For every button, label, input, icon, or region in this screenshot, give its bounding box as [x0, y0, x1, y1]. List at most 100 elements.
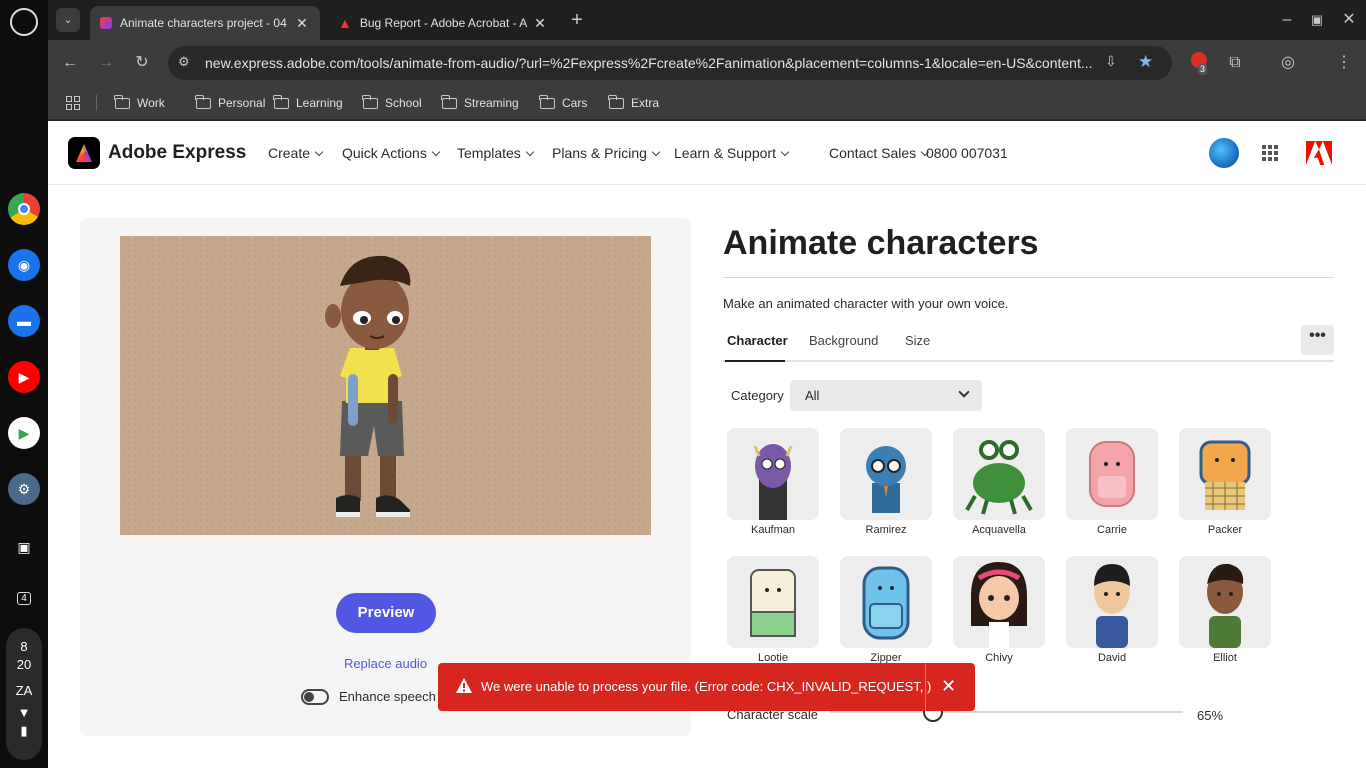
keyboard-locale: ZA: [15, 683, 33, 698]
preview-panel: Preview Replace audio Enhance speech: [80, 218, 691, 736]
menu-kebab-icon[interactable]: ⋮: [1333, 52, 1355, 74]
preview-button[interactable]: Preview: [336, 593, 436, 633]
new-tab-icon[interactable]: +: [566, 9, 588, 31]
chevron-down-icon: [431, 147, 441, 157]
tab-search-icon[interactable]: ⌄: [56, 8, 80, 32]
nav-create[interactable]: Create: [268, 145, 324, 161]
folder-icon: [362, 94, 378, 109]
folder-icon: [441, 94, 457, 109]
character-card-acquavella[interactable]: Acquavella: [953, 428, 1045, 536]
minimize-icon[interactable]: –: [1276, 9, 1298, 31]
bookmark-folder-streaming[interactable]: Streaming: [441, 93, 519, 113]
character-card-carrie[interactable]: Carrie: [1066, 428, 1158, 536]
bookmark-folder-learning[interactable]: Learning: [273, 93, 343, 113]
nav-learn-support[interactable]: Learn & Support: [674, 145, 790, 161]
nav-quick-actions[interactable]: Quick Actions: [342, 145, 441, 161]
reload-icon[interactable]: ↻: [131, 52, 153, 74]
close-icon[interactable]: ✕: [941, 676, 956, 697]
adblock-extension-icon[interactable]: 3: [1188, 52, 1210, 75]
bookmark-folder-extra[interactable]: Extra: [608, 93, 659, 113]
nav-label: Contact Sales: [829, 145, 917, 161]
character-name: Acquavella: [972, 524, 1026, 536]
status-tray[interactable]: 8 20 ZA ▼ ▮: [6, 628, 42, 760]
category-select[interactable]: All: [790, 380, 982, 411]
character-card-kaufman[interactable]: Kaufman: [727, 428, 819, 536]
nav-label: Plans & Pricing: [552, 145, 647, 161]
character-thumbnail: [1179, 556, 1271, 648]
chrome-app-icon[interactable]: [8, 193, 40, 225]
adobe-express-favicon-icon: [100, 17, 112, 29]
close-window-icon[interactable]: ✕: [1338, 9, 1360, 31]
nav-plans-pricing[interactable]: Plans & Pricing: [552, 145, 661, 161]
close-tab-icon[interactable]: ✕: [532, 15, 548, 32]
bookmark-folder-school[interactable]: School: [362, 93, 422, 113]
brand-name[interactable]: Adobe Express: [108, 142, 246, 164]
character-name: Elliot: [1213, 652, 1237, 664]
play-store-app-icon[interactable]: ▶: [8, 417, 40, 449]
extensions-puzzle-icon[interactable]: ⧉: [1224, 52, 1246, 74]
maximize-icon[interactable]: ▣: [1306, 9, 1328, 31]
nav-templates[interactable]: Templates: [457, 145, 535, 161]
character-card-elliot[interactable]: Elliot: [1179, 556, 1271, 664]
clock-hour: 8: [20, 639, 28, 654]
nav-contact-sales[interactable]: Contact Sales: [829, 145, 930, 161]
apps-grid-icon[interactable]: [66, 93, 80, 113]
adobe-logo-icon[interactable]: [1306, 141, 1332, 165]
enhance-speech-toggle[interactable]: [301, 689, 329, 705]
bookmark-label: Personal: [218, 96, 266, 110]
character-thumbnail: [1066, 428, 1158, 520]
install-app-icon[interactable]: ⇩: [1105, 53, 1117, 70]
character-thumbnail: [953, 428, 1045, 520]
character-card-packer[interactable]: Packer: [1179, 428, 1271, 536]
phone-number[interactable]: 0800 007031: [926, 145, 1008, 161]
address-bar[interactable]: ⚙ new.express.adobe.com/tools/animate-fr…: [168, 46, 1172, 80]
os-shelf: ◉ ▬ ▶ ▶ ⚙ ▣ 4 8 20 ZA ▼ ▮: [0, 0, 48, 768]
apps-switcher-icon[interactable]: [1262, 145, 1278, 161]
character-name: Packer: [1207, 524, 1243, 536]
chevron-down-icon: [525, 147, 535, 157]
forward-icon[interactable]: →: [95, 52, 117, 74]
bookmarks-bar: Work Personal Learning School Streaming …: [48, 86, 1366, 120]
alert-icon: [456, 678, 472, 693]
character-card-david[interactable]: David: [1066, 556, 1158, 664]
launcher-icon[interactable]: [10, 8, 38, 36]
tab-character[interactable]: Character: [727, 333, 788, 348]
character-card-ramirez[interactable]: Ramirez: [840, 428, 932, 536]
tab-bug-report[interactable]: ▲ Bug Report - Adobe Acrobat - A ✕: [328, 6, 558, 40]
adobe-express-logo-icon[interactable]: [68, 137, 100, 169]
tab-size[interactable]: Size: [905, 333, 930, 348]
character-card-lootie[interactable]: Lootie: [727, 556, 819, 664]
character-card-chivy[interactable]: Chivy: [953, 556, 1045, 664]
animation-canvas[interactable]: [120, 236, 651, 535]
screenshot-icon[interactable]: ◎: [1277, 52, 1299, 74]
close-tab-icon[interactable]: ✕: [294, 15, 310, 32]
bookmark-folder-work[interactable]: Work: [114, 93, 165, 113]
bookmark-folder-cars[interactable]: Cars: [539, 93, 587, 113]
chevron-down-icon: [314, 147, 324, 157]
user-avatar[interactable]: [1209, 138, 1239, 168]
enhance-speech-label: Enhance speech: [339, 689, 436, 704]
tab-background[interactable]: Background: [809, 333, 878, 348]
bookmark-star-icon[interactable]: ★: [1138, 52, 1153, 72]
character-scale-slider[interactable]: [830, 711, 1183, 713]
files-app-icon[interactable]: ▬: [8, 305, 40, 337]
more-options-button[interactable]: •••: [1301, 325, 1334, 355]
character-card-zipper[interactable]: Zipper: [840, 556, 932, 664]
bookmark-folder-personal[interactable]: Personal: [195, 93, 266, 113]
tab-animate-characters[interactable]: Animate characters project - 04 ✕: [90, 6, 320, 40]
back-icon[interactable]: ←: [59, 52, 81, 74]
folder-icon: [539, 94, 555, 109]
youtube-app-icon[interactable]: ▶: [8, 361, 40, 393]
character-name: David: [1097, 652, 1127, 664]
calendar-icon[interactable]: 4: [8, 582, 40, 614]
bookmark-label: Work: [137, 96, 165, 110]
settings-app-icon[interactable]: ⚙: [8, 473, 40, 505]
chevron-down-icon: [651, 147, 661, 157]
character-thumbnail: [727, 556, 819, 648]
error-toast: We were unable to process your file. (Er…: [438, 663, 975, 711]
camera-app-icon[interactable]: ◉: [8, 249, 40, 281]
screen-capture-icon[interactable]: ▣: [8, 531, 40, 563]
url-text[interactable]: new.express.adobe.com/tools/animate-from…: [205, 55, 1095, 71]
tab-underline-track: [723, 360, 1334, 362]
site-info-icon[interactable]: ⚙: [178, 54, 190, 70]
